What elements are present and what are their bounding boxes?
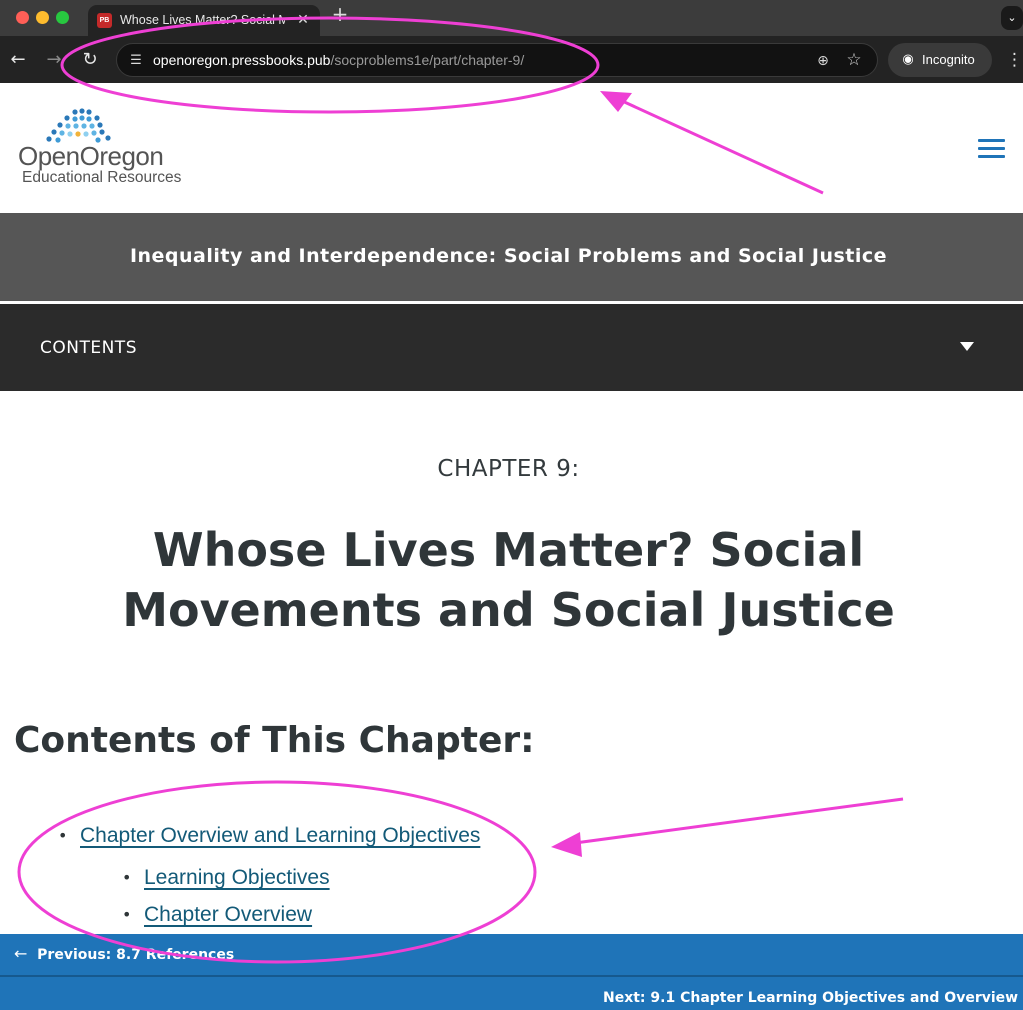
chapter-number: CHAPTER 9: bbox=[437, 456, 580, 482]
toc-item: • Learning Objectives bbox=[122, 864, 382, 892]
star-icon[interactable]: ☆ bbox=[844, 50, 864, 70]
url-host: openoregon.pressbooks.pub bbox=[153, 52, 331, 68]
forward-icon[interactable]: → bbox=[42, 48, 66, 72]
browser-tab-active[interactable]: PB Whose Lives Matter? Social Movements … bbox=[88, 5, 320, 36]
close-icon[interactable]: ✕ bbox=[294, 11, 312, 29]
plus-icon[interactable]: + bbox=[330, 4, 350, 24]
address-bar[interactable]: ☰ openoregon.pressbooks.pub/socproblems1… bbox=[116, 43, 878, 77]
zoom-icon[interactable]: ⊕ bbox=[813, 51, 833, 71]
window-zoom-button[interactable] bbox=[56, 11, 69, 24]
toc-link-learning-objectives[interactable]: Learning Objectives bbox=[144, 864, 330, 892]
url-text[interactable]: openoregon.pressbooks.pub/socproblems1e/… bbox=[153, 52, 793, 70]
previous-chapter-link[interactable]: ← Previous: 8.7 References bbox=[14, 944, 234, 966]
incognito-icon: ◉ bbox=[902, 52, 914, 67]
more-icon[interactable]: ⋮ bbox=[1006, 48, 1023, 72]
screenshot-root: PB Whose Lives Matter? Social Movements … bbox=[0, 0, 1023, 1010]
window-minimize-button[interactable] bbox=[36, 11, 49, 24]
pressbooks-favicon-icon: PB bbox=[97, 13, 112, 28]
openoregon-logo[interactable]: OpenOregon Educational Resources bbox=[18, 107, 218, 189]
bullet-icon: • bbox=[58, 826, 68, 845]
back-icon[interactable]: ← bbox=[6, 48, 30, 72]
bullet-icon: • bbox=[122, 905, 132, 924]
site-header: OpenOregon Educational Resources bbox=[0, 83, 1023, 213]
reload-icon[interactable]: ↻ bbox=[78, 48, 102, 72]
contents-label: CONTENTS bbox=[40, 338, 137, 358]
bullet-icon: • bbox=[122, 868, 132, 887]
menu-icon[interactable] bbox=[976, 137, 1006, 161]
tab-search-chevron-icon[interactable]: ⌄ bbox=[1001, 6, 1023, 30]
chapter-footer-nav: ← Previous: 8.7 References Next: 9.1 Cha… bbox=[0, 934, 1023, 1010]
book-title-banner: Inequality and Interdependence: Social P… bbox=[0, 213, 1023, 301]
chapter-title: Whose Lives Matter? Social Movements and… bbox=[122, 523, 895, 637]
arrow-left-icon: ← bbox=[14, 944, 28, 963]
browser-tab-strip: PB Whose Lives Matter? Social Movements … bbox=[0, 0, 1023, 36]
window-close-button[interactable] bbox=[16, 11, 29, 24]
chapter-contents-heading: Contents of This Chapter: bbox=[14, 720, 535, 761]
logo-name: OpenOregon bbox=[18, 141, 164, 171]
logo-subtitle: Educational Resources bbox=[22, 169, 182, 186]
next-label: Next: 9.1 Chapter Learning Objectives an… bbox=[603, 990, 1019, 1006]
caret-down-icon bbox=[960, 342, 974, 351]
previous-label: Previous: 8.7 References bbox=[37, 947, 235, 963]
toc-item: • Chapter Overview bbox=[122, 901, 382, 929]
annotation-arrow-toc-shaft bbox=[574, 797, 904, 845]
book-title[interactable]: Inequality and Interdependence: Social P… bbox=[0, 245, 1017, 267]
next-chapter-link[interactable]: Next: 9.1 Chapter Learning Objectives an… bbox=[603, 987, 1023, 1009]
site-settings-icon[interactable]: ☰ bbox=[127, 52, 145, 70]
toc-item: • Chapter Overview and Learning Objectiv… bbox=[58, 822, 528, 850]
browser-toolbar: ← → ↻ ☰ openoregon.pressbooks.pub/socpro… bbox=[0, 36, 1023, 83]
toc-link-chapter-overview[interactable]: Chapter Overview bbox=[144, 901, 312, 929]
toc-link-chapter-overview-learning-objectives[interactable]: Chapter Overview and Learning Objectives bbox=[80, 822, 480, 850]
url-path: /socproblems1e/part/chapter-9/ bbox=[330, 52, 525, 68]
annotation-arrow-toc-head bbox=[551, 832, 582, 857]
tab-title: Whose Lives Matter? Social Movements and… bbox=[120, 13, 285, 27]
contents-dropdown[interactable]: CONTENTS bbox=[0, 304, 1023, 391]
footer-divider bbox=[0, 975, 1023, 977]
incognito-badge[interactable]: ◉ Incognito bbox=[888, 43, 992, 77]
incognito-label: Incognito bbox=[922, 52, 975, 67]
